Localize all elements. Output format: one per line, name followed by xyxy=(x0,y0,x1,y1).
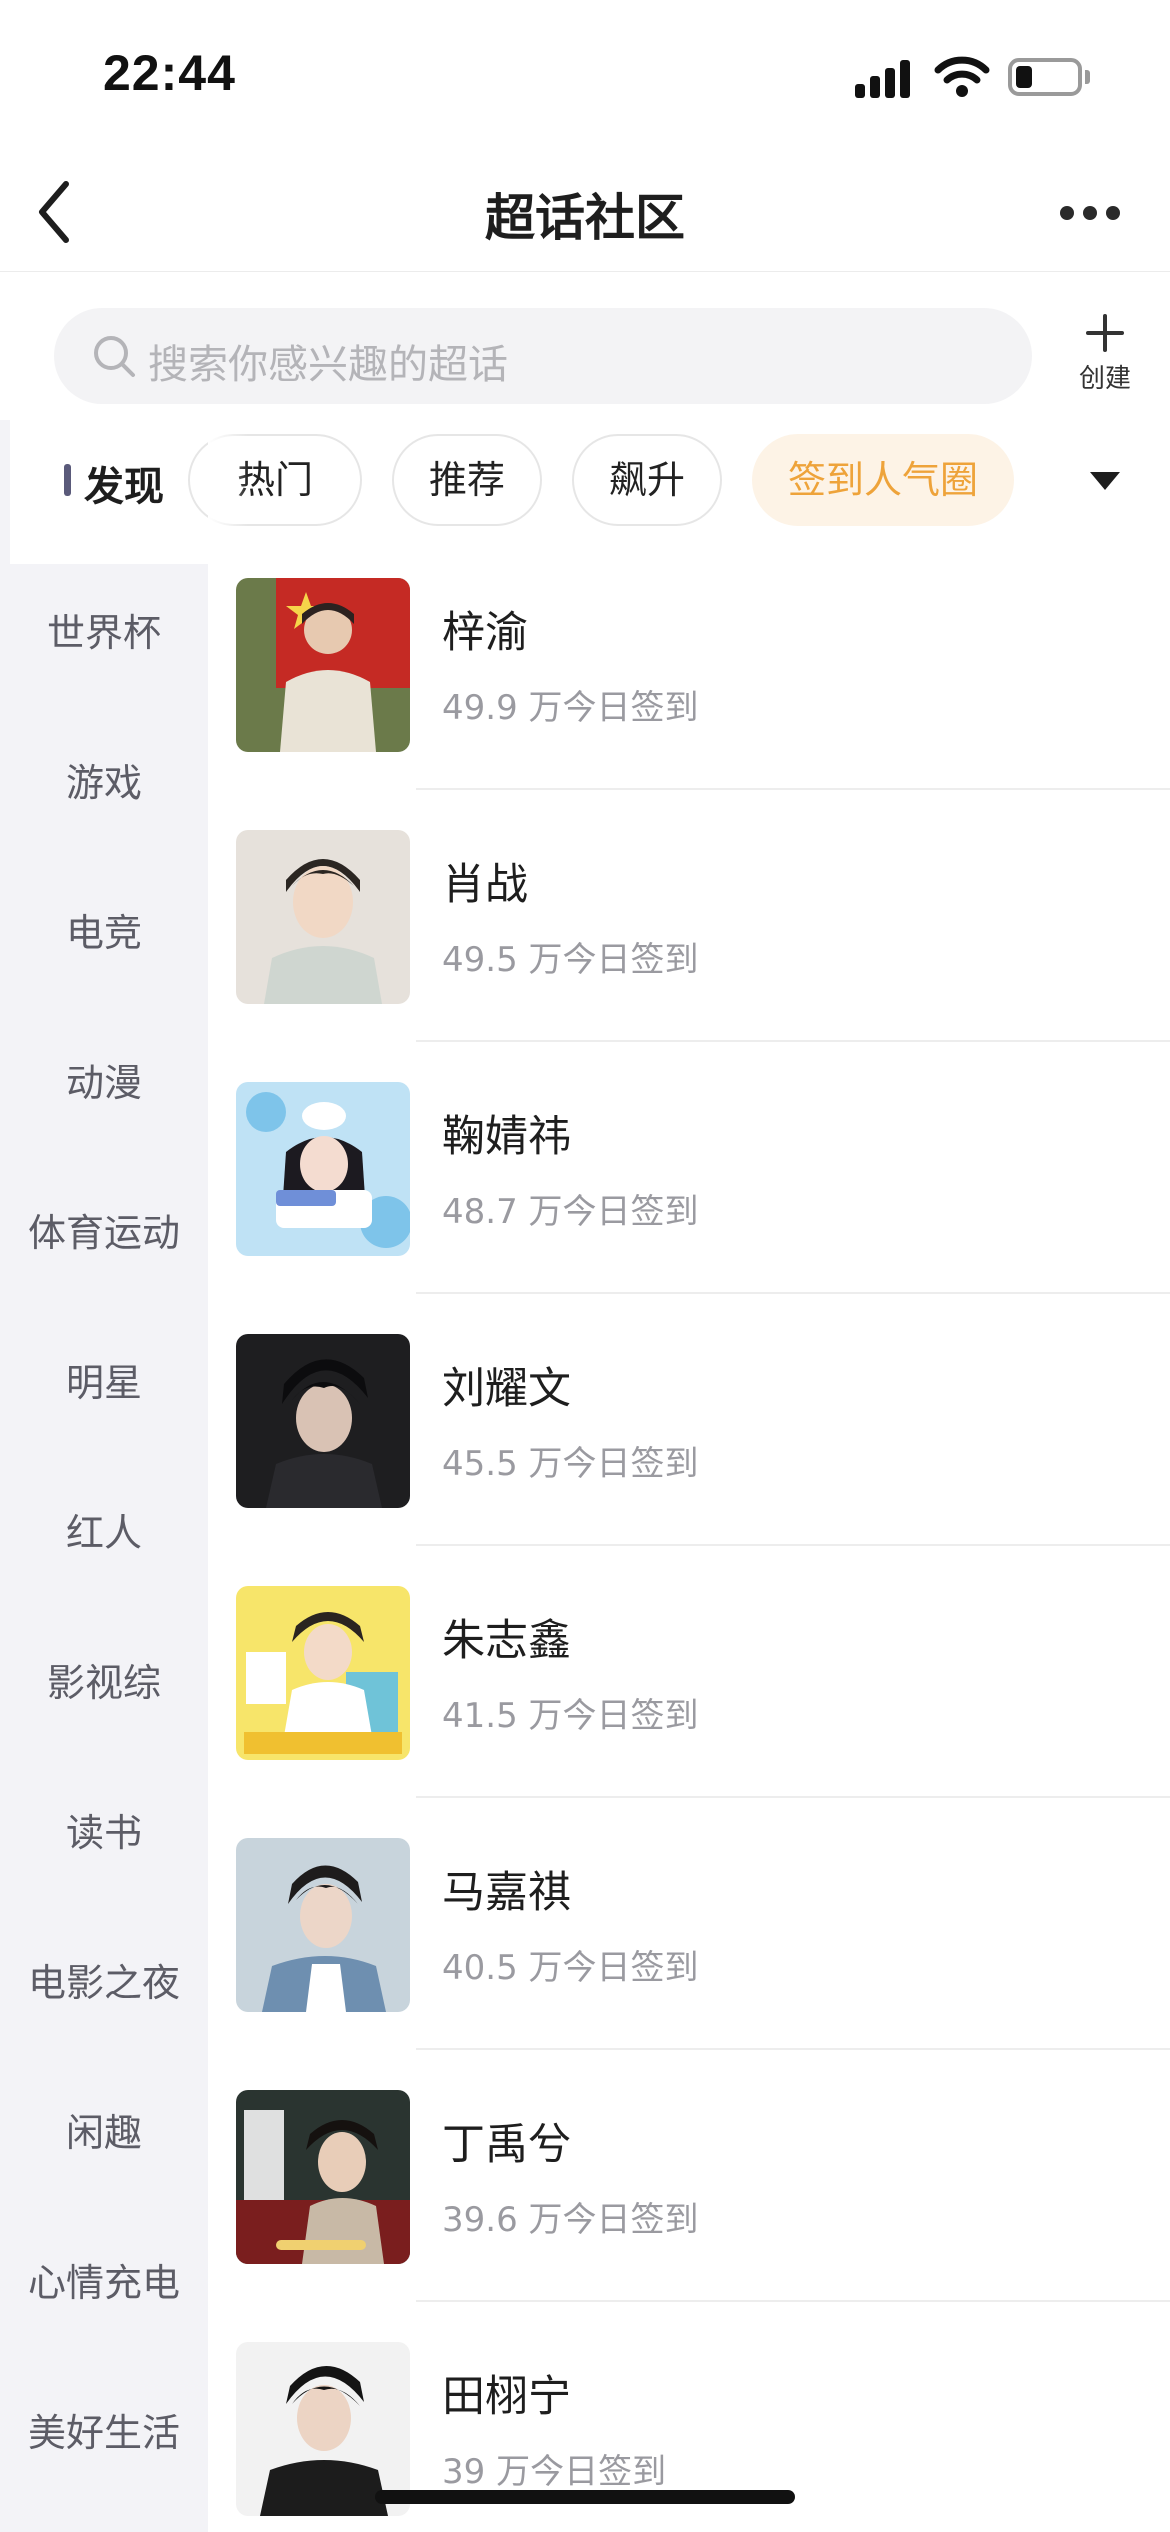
sidebar-item-film-tv[interactable]: 影视综 xyxy=(0,1652,208,1707)
sidebar-item-games[interactable]: 游戏 xyxy=(0,752,208,807)
list-item[interactable]: 朱志鑫 41.5 万今日签到 xyxy=(208,1586,1170,1838)
divider xyxy=(416,1544,1170,1546)
checkin-count: 41.5 万今日签到 xyxy=(442,1696,699,1736)
more-options-button[interactable] xyxy=(1050,182,1130,242)
status-time: 22:44 xyxy=(103,45,236,101)
tab-checkin-popularity[interactable]: 签到人气圈 xyxy=(752,434,1014,526)
divider xyxy=(416,1292,1170,1294)
divider xyxy=(416,1040,1170,1042)
sidebar-item-worldcup[interactable]: 世界杯 xyxy=(0,602,208,657)
supertopic-name: 朱志鑫 xyxy=(442,1616,571,1666)
supertopic-name: 梓渝 xyxy=(442,608,528,658)
status-bar: 22:44 xyxy=(0,0,1170,150)
chips-fade xyxy=(208,430,248,530)
checkin-count: 48.7 万今日签到 xyxy=(442,1192,699,1232)
create-button[interactable]: 创建 xyxy=(1070,312,1140,402)
avatar xyxy=(236,1838,410,2012)
sidebar-item-mood[interactable]: 心情充电 xyxy=(0,2252,208,2307)
sidebar-item-anime[interactable]: 动漫 xyxy=(0,1052,208,1107)
avatar xyxy=(236,578,410,752)
supertopic-name: 丁禹兮 xyxy=(442,2120,571,2170)
list-item[interactable]: 丁禹兮 39.6 万今日签到 xyxy=(208,2090,1170,2342)
battery-tip xyxy=(1085,70,1090,84)
battery-icon xyxy=(1008,58,1082,96)
supertopic-name: 马嘉祺 xyxy=(442,1868,571,1918)
checkin-count: 40.5 万今日签到 xyxy=(442,1948,699,1988)
plus-icon xyxy=(1086,314,1124,352)
supertopic-name: 肖战 xyxy=(442,860,528,910)
sidebar-item-sports[interactable]: 体育运动 xyxy=(0,1202,208,1257)
supertopic-name: 田栩宁 xyxy=(442,2372,571,2422)
avatar xyxy=(236,1082,410,1256)
supertopic-name: 鞠婧祎 xyxy=(442,1112,571,1162)
avatar xyxy=(236,830,410,1004)
list-item[interactable]: 肖战 49.5 万今日签到 xyxy=(208,830,1170,1082)
divider xyxy=(416,2300,1170,2302)
sidebar-item-leisure[interactable]: 闲趣 xyxy=(0,2102,208,2157)
avatar xyxy=(236,1334,410,1508)
divider xyxy=(416,1796,1170,1798)
sidebar-item-influencers[interactable]: 红人 xyxy=(0,1502,208,1557)
category-sidebar xyxy=(0,420,208,2532)
chevron-down-icon[interactable] xyxy=(1080,460,1130,500)
checkin-count: 49.5 万今日签到 xyxy=(442,940,699,980)
divider xyxy=(416,2048,1170,2050)
sidebar-item-good-life[interactable]: 美好生活 xyxy=(0,2402,208,2457)
home-indicator xyxy=(375,2490,795,2504)
create-label: 创建 xyxy=(1078,364,1131,394)
search-icon xyxy=(94,336,135,377)
sidebar-item-esports[interactable]: 电竞 xyxy=(0,902,208,957)
list-item[interactable]: 梓渝 49.9 万今日签到 xyxy=(208,578,1170,830)
checkin-count: 39.6 万今日签到 xyxy=(442,2200,699,2240)
divider xyxy=(416,788,1170,790)
sidebar-item-stars[interactable]: 明星 xyxy=(0,1352,208,1407)
tab-discover[interactable]: 发现 xyxy=(84,454,164,512)
nav-bar: 超话社区 xyxy=(0,150,1170,272)
tab-rising[interactable]: 飙升 xyxy=(572,434,722,526)
page-title: 超话社区 xyxy=(485,189,685,247)
search-input[interactable]: 搜索你感兴趣的超话 xyxy=(54,308,1032,404)
list-item[interactable]: 刘耀文 45.5 万今日签到 xyxy=(208,1334,1170,1586)
list-item[interactable]: 鞠婧祎 48.7 万今日签到 xyxy=(208,1082,1170,1334)
checkin-count: 45.5 万今日签到 xyxy=(442,1444,699,1484)
wifi-icon xyxy=(934,56,990,97)
active-indicator xyxy=(64,464,71,496)
avatar xyxy=(236,2090,410,2264)
checkin-count: 49.9 万今日签到 xyxy=(442,688,699,728)
list-item[interactable]: 马嘉祺 40.5 万今日签到 xyxy=(208,1838,1170,2090)
avatar xyxy=(236,1586,410,1760)
sidebar-item-reading[interactable]: 读书 xyxy=(0,1802,208,1857)
cellular-signal-icon xyxy=(855,58,915,98)
sidebar-item-movie-night[interactable]: 电影之夜 xyxy=(0,1952,208,2007)
checkin-count: 39 万今日签到 xyxy=(442,2452,667,2492)
tab-recommend[interactable]: 推荐 xyxy=(392,434,542,526)
supertopic-name: 刘耀文 xyxy=(442,1364,571,1414)
search-placeholder: 搜索你感兴趣的超话 xyxy=(148,342,508,388)
